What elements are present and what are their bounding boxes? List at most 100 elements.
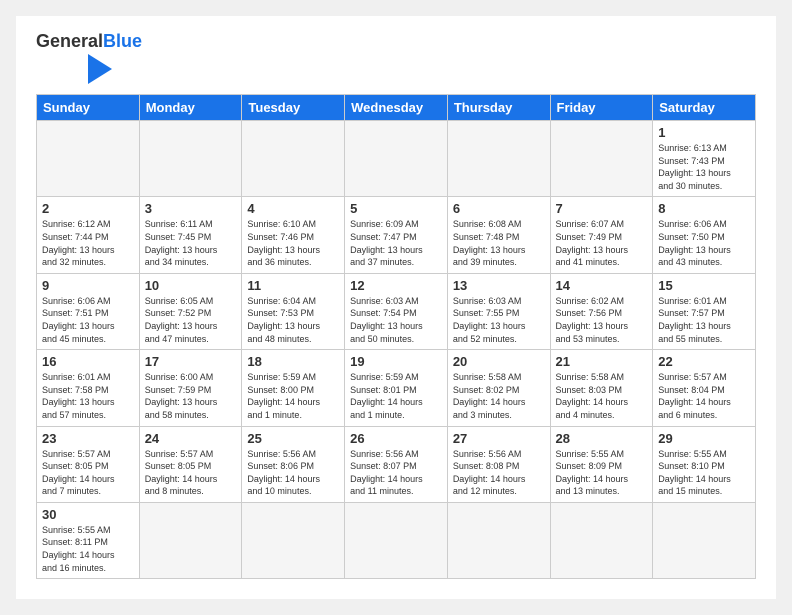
day-number: 24	[145, 431, 237, 446]
calendar-day-cell: 18 Sunrise: 5:59 AM Sunset: 8:00 PM Dayli…	[242, 350, 345, 426]
day-info: Sunrise: 6:09 AM Sunset: 7:47 PM Dayligh…	[350, 218, 442, 268]
calendar-day-cell: 24 Sunrise: 5:57 AM Sunset: 8:05 PM Dayli…	[139, 426, 242, 502]
day-number: 26	[350, 431, 442, 446]
day-number: 19	[350, 354, 442, 369]
day-number: 13	[453, 278, 545, 293]
day-info: Sunrise: 6:04 AM Sunset: 7:53 PM Dayligh…	[247, 295, 339, 345]
day-number: 17	[145, 354, 237, 369]
day-number: 23	[42, 431, 134, 446]
day-info: Sunrise: 5:59 AM Sunset: 8:00 PM Dayligh…	[247, 371, 339, 421]
calendar-week-row: 16Sunrise: 6:01 AM Sunset: 7:58 PM Dayli…	[37, 350, 756, 426]
day-info: Sunrise: 6:07 AM Sunset: 7:49 PM Dayligh…	[556, 218, 648, 268]
day-info: Sunrise: 5:58 AM Sunset: 8:03 PM Dayligh…	[556, 371, 648, 421]
day-number: 22	[658, 354, 750, 369]
day-info: Sunrise: 5:58 AM Sunset: 8:02 PM Dayligh…	[453, 371, 545, 421]
calendar-day-cell: 9 Sunrise: 6:06 AM Sunset: 7:51 PM Daylig…	[37, 273, 140, 349]
day-info: Sunrise: 5:56 AM Sunset: 8:07 PM Dayligh…	[350, 448, 442, 498]
col-thursday: Thursday	[447, 95, 550, 121]
day-number: 9	[42, 278, 134, 293]
col-friday: Friday	[550, 95, 653, 121]
day-info: Sunrise: 6:08 AM Sunset: 7:48 PM Dayligh…	[453, 218, 545, 268]
day-number: 8	[658, 201, 750, 216]
calendar-day-cell	[242, 502, 345, 578]
calendar-day-cell	[345, 502, 448, 578]
calendar-week-row: 30 Sunrise: 5:55 AM Sunset: 8:11 PM Dayli…	[37, 502, 756, 578]
header: GeneralBlue	[36, 32, 756, 84]
day-info: Sunrise: 6:11 AM Sunset: 7:45 PM Dayligh…	[145, 218, 237, 268]
calendar-day-cell: 7 Sunrise: 6:07 AM Sunset: 7:49 PM Daylig…	[550, 197, 653, 273]
day-number: 30	[42, 507, 134, 522]
day-number: 6	[453, 201, 545, 216]
day-info: Sunrise: 6:10 AM Sunset: 7:46 PM Dayligh…	[247, 218, 339, 268]
calendar-header-row: Sunday Monday Tuesday Wednesday Thursday…	[37, 95, 756, 121]
calendar-day-cell: 5 Sunrise: 6:09 AM Sunset: 7:47 PM Daylig…	[345, 197, 448, 273]
day-info: Sunrise: 5:56 AM Sunset: 8:08 PM Dayligh…	[453, 448, 545, 498]
calendar-day-cell	[37, 121, 140, 197]
day-number: 18	[247, 354, 339, 369]
day-info: Sunrise: 5:55 AM Sunset: 8:09 PM Dayligh…	[556, 448, 648, 498]
calendar-day-cell: 19 Sunrise: 5:59 AM Sunset: 8:01 PM Dayli…	[345, 350, 448, 426]
calendar-day-cell: 22 Sunrise: 5:57 AM Sunset: 8:04 PM Dayli…	[653, 350, 756, 426]
calendar-day-cell	[345, 121, 448, 197]
day-number: 15	[658, 278, 750, 293]
calendar-day-cell: 28Sunrise: 5:55 AM Sunset: 8:09 PM Dayli…	[550, 426, 653, 502]
calendar-week-row: 2 Sunrise: 6:12 AM Sunset: 7:44 PM Daylig…	[37, 197, 756, 273]
day-number: 29	[658, 431, 750, 446]
col-sunday: Sunday	[37, 95, 140, 121]
day-info: Sunrise: 6:00 AM Sunset: 7:59 PM Dayligh…	[145, 371, 237, 421]
calendar-day-cell: 10 Sunrise: 6:05 AM Sunset: 7:52 PM Dayli…	[139, 273, 242, 349]
day-info: Sunrise: 5:59 AM Sunset: 8:01 PM Dayligh…	[350, 371, 442, 421]
day-info: Sunrise: 6:06 AM Sunset: 7:50 PM Dayligh…	[658, 218, 750, 268]
calendar-day-cell: 1 Sunrise: 6:13 AM Sunset: 7:43 PM Daylig…	[653, 121, 756, 197]
calendar-day-cell: 2 Sunrise: 6:12 AM Sunset: 7:44 PM Daylig…	[37, 197, 140, 273]
calendar-day-cell: 21Sunrise: 5:58 AM Sunset: 8:03 PM Dayli…	[550, 350, 653, 426]
calendar-day-cell: 8 Sunrise: 6:06 AM Sunset: 7:50 PM Daylig…	[653, 197, 756, 273]
day-info: Sunrise: 5:57 AM Sunset: 8:05 PM Dayligh…	[145, 448, 237, 498]
calendar-table: Sunday Monday Tuesday Wednesday Thursday…	[36, 94, 756, 579]
day-info: Sunrise: 5:55 AM Sunset: 8:10 PM Dayligh…	[658, 448, 750, 498]
day-info: Sunrise: 5:57 AM Sunset: 8:04 PM Dayligh…	[658, 371, 750, 421]
logo: GeneralBlue	[36, 32, 142, 84]
calendar-day-cell: 30 Sunrise: 5:55 AM Sunset: 8:11 PM Dayli…	[37, 502, 140, 578]
day-info: Sunrise: 6:03 AM Sunset: 7:55 PM Dayligh…	[453, 295, 545, 345]
day-number: 25	[247, 431, 339, 446]
day-number: 11	[247, 278, 339, 293]
calendar-week-row: 9 Sunrise: 6:06 AM Sunset: 7:51 PM Daylig…	[37, 273, 756, 349]
calendar-day-cell: 3 Sunrise: 6:11 AM Sunset: 7:45 PM Daylig…	[139, 197, 242, 273]
day-info: Sunrise: 6:03 AM Sunset: 7:54 PM Dayligh…	[350, 295, 442, 345]
calendar-week-row: 23 Sunrise: 5:57 AM Sunset: 8:05 PM Dayli…	[37, 426, 756, 502]
calendar-day-cell: 16Sunrise: 6:01 AM Sunset: 7:58 PM Dayli…	[37, 350, 140, 426]
day-info: Sunrise: 6:01 AM Sunset: 7:58 PM Dayligh…	[42, 371, 134, 421]
calendar-day-cell: 13 Sunrise: 6:03 AM Sunset: 7:55 PM Dayli…	[447, 273, 550, 349]
day-number: 20	[453, 354, 545, 369]
day-number: 27	[453, 431, 545, 446]
logo-blue: Blue	[103, 31, 142, 51]
day-info: Sunrise: 6:13 AM Sunset: 7:43 PM Dayligh…	[658, 142, 750, 192]
calendar-day-cell	[653, 502, 756, 578]
day-number: 3	[145, 201, 237, 216]
calendar-day-cell: 14Sunrise: 6:02 AM Sunset: 7:56 PM Dayli…	[550, 273, 653, 349]
calendar-day-cell: 26 Sunrise: 5:56 AM Sunset: 8:07 PM Dayli…	[345, 426, 448, 502]
day-number: 2	[42, 201, 134, 216]
day-number: 10	[145, 278, 237, 293]
day-info: Sunrise: 6:05 AM Sunset: 7:52 PM Dayligh…	[145, 295, 237, 345]
day-info: Sunrise: 6:06 AM Sunset: 7:51 PM Dayligh…	[42, 295, 134, 345]
calendar-day-cell: 23 Sunrise: 5:57 AM Sunset: 8:05 PM Dayli…	[37, 426, 140, 502]
day-info: Sunrise: 5:55 AM Sunset: 8:11 PM Dayligh…	[42, 524, 134, 574]
col-tuesday: Tuesday	[242, 95, 345, 121]
calendar-day-cell: 4 Sunrise: 6:10 AM Sunset: 7:46 PM Daylig…	[242, 197, 345, 273]
day-number: 7	[556, 201, 648, 216]
calendar-day-cell: 27 Sunrise: 5:56 AM Sunset: 8:08 PM Dayli…	[447, 426, 550, 502]
calendar-day-cell: 17 Sunrise: 6:00 AM Sunset: 7:59 PM Dayli…	[139, 350, 242, 426]
day-number: 1	[658, 125, 750, 140]
calendar-day-cell: 12 Sunrise: 6:03 AM Sunset: 7:54 PM Dayli…	[345, 273, 448, 349]
day-number: 5	[350, 201, 442, 216]
day-info: Sunrise: 6:12 AM Sunset: 7:44 PM Dayligh…	[42, 218, 134, 268]
day-number: 4	[247, 201, 339, 216]
calendar-day-cell	[550, 121, 653, 197]
day-info: Sunrise: 5:57 AM Sunset: 8:05 PM Dayligh…	[42, 448, 134, 498]
day-number: 12	[350, 278, 442, 293]
calendar-day-cell: 6 Sunrise: 6:08 AM Sunset: 7:48 PM Daylig…	[447, 197, 550, 273]
calendar-day-cell: 20 Sunrise: 5:58 AM Sunset: 8:02 PM Dayli…	[447, 350, 550, 426]
day-info: Sunrise: 6:01 AM Sunset: 7:57 PM Dayligh…	[658, 295, 750, 345]
